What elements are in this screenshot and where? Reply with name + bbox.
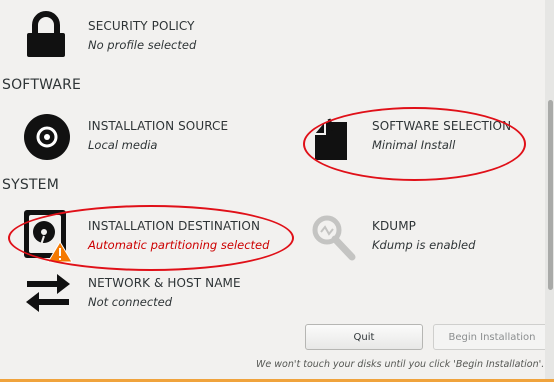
begin-installation-button[interactable]: Begin Installation bbox=[433, 324, 551, 350]
spoke-title: INSTALLATION SOURCE bbox=[88, 119, 229, 133]
lock-icon bbox=[27, 11, 65, 57]
spoke-security-policy[interactable]: SECURITY POLICY No profile selected bbox=[0, 0, 300, 60]
scrollbar[interactable] bbox=[545, 0, 554, 382]
spoke-network[interactable]: NETWORK & HOST NAME Not connected bbox=[0, 265, 300, 320]
highlight-ellipse-destination bbox=[8, 205, 294, 271]
spoke-status: Kdump is enabled bbox=[372, 238, 476, 252]
scrollbar-thumb[interactable] bbox=[548, 100, 553, 290]
spoke-installation-source[interactable]: INSTALLATION SOURCE Local media bbox=[0, 105, 300, 165]
disc-icon bbox=[24, 114, 70, 160]
magnifier-icon bbox=[312, 215, 356, 261]
section-title-software: SOFTWARE bbox=[2, 77, 82, 93]
quit-button[interactable]: Quit bbox=[305, 324, 423, 350]
spoke-title: NETWORK & HOST NAME bbox=[88, 276, 241, 290]
spoke-title: SECURITY POLICY bbox=[88, 19, 195, 33]
footer-note: We won't touch your disks until you clic… bbox=[256, 359, 545, 370]
spoke-status: Not connected bbox=[88, 295, 173, 309]
spoke-status: No profile selected bbox=[88, 38, 197, 52]
network-arrows-icon bbox=[26, 274, 70, 312]
section-title-system: SYSTEM bbox=[2, 177, 60, 193]
spoke-status: Local media bbox=[88, 138, 158, 152]
spoke-title: KDUMP bbox=[372, 219, 416, 233]
spoke-kdump[interactable]: KDUMP Kdump is enabled bbox=[300, 205, 540, 265]
highlight-ellipse-software bbox=[303, 107, 526, 181]
